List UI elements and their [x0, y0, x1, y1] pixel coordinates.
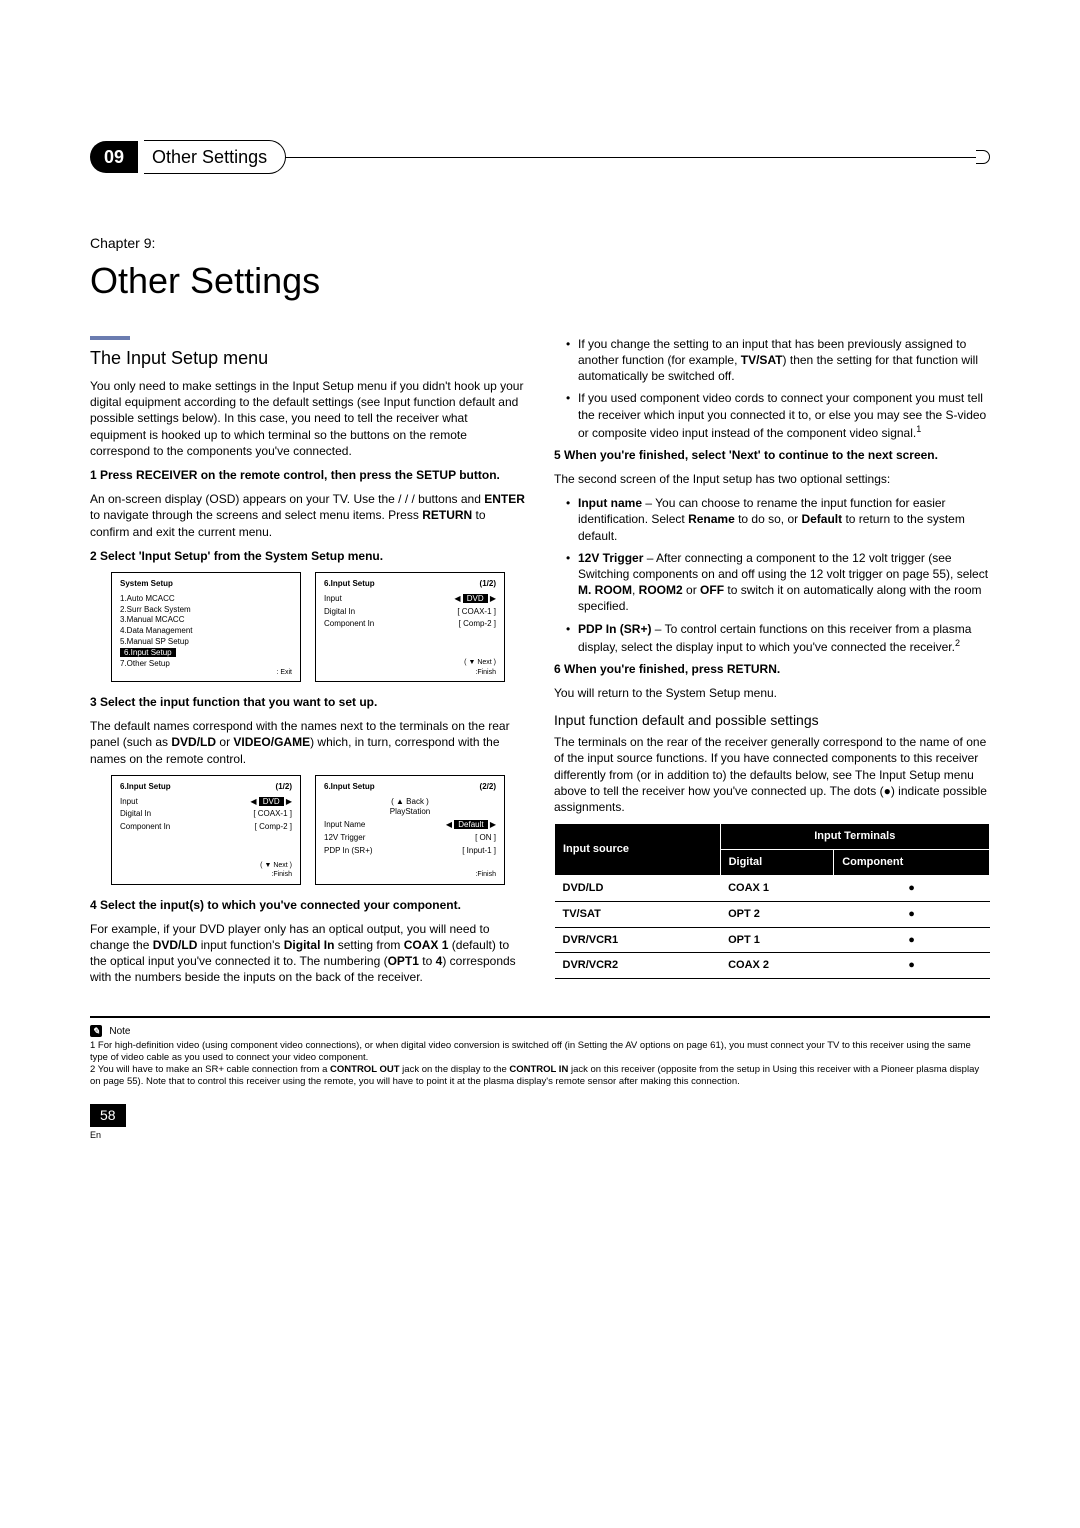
page-number: 58 [90, 1104, 126, 1127]
step-5-heading: 5 When you're finished, select 'Next' to… [554, 447, 990, 463]
osd-screens-row-2: 6.Input Setup(1/2) Input◀ DVD ▶ Digital … [90, 775, 526, 885]
bullet-reassign: If you change the setting to an input th… [566, 336, 990, 385]
chapter-number-badge: 09 [90, 141, 138, 173]
step-1-body: An on-screen display (OSD) appears on yo… [90, 491, 526, 540]
tab-endcap [976, 150, 990, 164]
step-1-heading: 1 Press RECEIVER on the remote control, … [90, 467, 526, 483]
subsection-title-defaults: Input function default and possible sett… [554, 711, 990, 730]
input-defaults-table: Input source Input Terminals Digital Com… [554, 823, 990, 979]
left-column: The Input Setup menu You only need to ma… [90, 336, 526, 994]
step-3-heading: 3 Select the input function that you wan… [90, 694, 526, 710]
step-6-heading: 6 When you're finished, press RETURN. [554, 661, 990, 677]
osd-screens-row-1: System Setup 1.Auto MCACC 2.Surr Back Sy… [90, 572, 526, 682]
chapter-label: Chapter 9: [90, 234, 990, 253]
note-label: Note [109, 1026, 130, 1037]
osd-input-setup-1b: 6.Input Setup(1/2) Input◀ DVD ▶ Digital … [111, 775, 301, 885]
page-footer: 58 En [90, 1104, 990, 1141]
step-6-body: You will return to the System Setup menu… [554, 685, 990, 701]
footnote-2: 2 You will have to make an SR+ cable con… [90, 1064, 990, 1088]
step-4-heading: 4 Select the input(s) to which you've co… [90, 897, 526, 913]
table-row: DVR/VCR2 COAX 2 ● [555, 953, 990, 979]
osd-input-setup-1: 6.Input Setup(1/2) Input◀ DVD ▶ Digital … [315, 572, 505, 682]
th-input-terminals: Input Terminals [720, 824, 989, 850]
table-row: TV/SAT OPT 2 ● [555, 901, 990, 927]
right-column: If you change the setting to an input th… [554, 336, 990, 994]
accent-bar [90, 336, 130, 340]
table-row: DVR/VCR1 OPT 1 ● [555, 927, 990, 953]
osd-system-setup: System Setup 1.Auto MCACC 2.Surr Back Sy… [111, 572, 301, 682]
th-digital: Digital [720, 850, 834, 876]
page-language: En [90, 1129, 990, 1141]
subsection-body-defaults: The terminals on the rear of the receive… [554, 734, 990, 815]
step-2-heading: 2 Select 'Input Setup' from the System S… [90, 548, 526, 564]
chapter-tab-header: 09 Other Settings [90, 140, 990, 174]
bullet-pdp-in: PDP In (SR+) – To control certain functi… [566, 621, 990, 655]
bullet-component-video: If you used component video cords to con… [566, 390, 990, 441]
bullet-input-name: Input name – You can choose to rename th… [566, 495, 990, 544]
intro-paragraph: You only need to make settings in the In… [90, 378, 526, 459]
osd-input-setup-2: 6.Input Setup(2/2) ( ▲ Back )PlayStation… [315, 775, 505, 885]
footnote-bar: ✎ Note 1 For high-definition video (usin… [90, 1016, 990, 1088]
footnote-1: 1 For high-definition video (using compo… [90, 1040, 990, 1064]
step-5-body: The second screen of the Input setup has… [554, 471, 990, 487]
section-title-input-setup: The Input Setup menu [90, 346, 526, 370]
note-icon: ✎ [90, 1025, 102, 1037]
tab-rule [285, 157, 976, 158]
step-4-body: For example, if your DVD player only has… [90, 921, 526, 986]
chapter-tab-title: Other Settings [144, 140, 286, 174]
chapter-title: Other Settings [90, 257, 990, 306]
bullet-12v-trigger: 12V Trigger – After connecting a compone… [566, 550, 990, 615]
th-component: Component [834, 850, 990, 876]
step-3-body: The default names correspond with the na… [90, 718, 526, 767]
table-row: DVD/LD COAX 1 ● [555, 875, 990, 901]
th-input-source: Input source [555, 824, 721, 876]
